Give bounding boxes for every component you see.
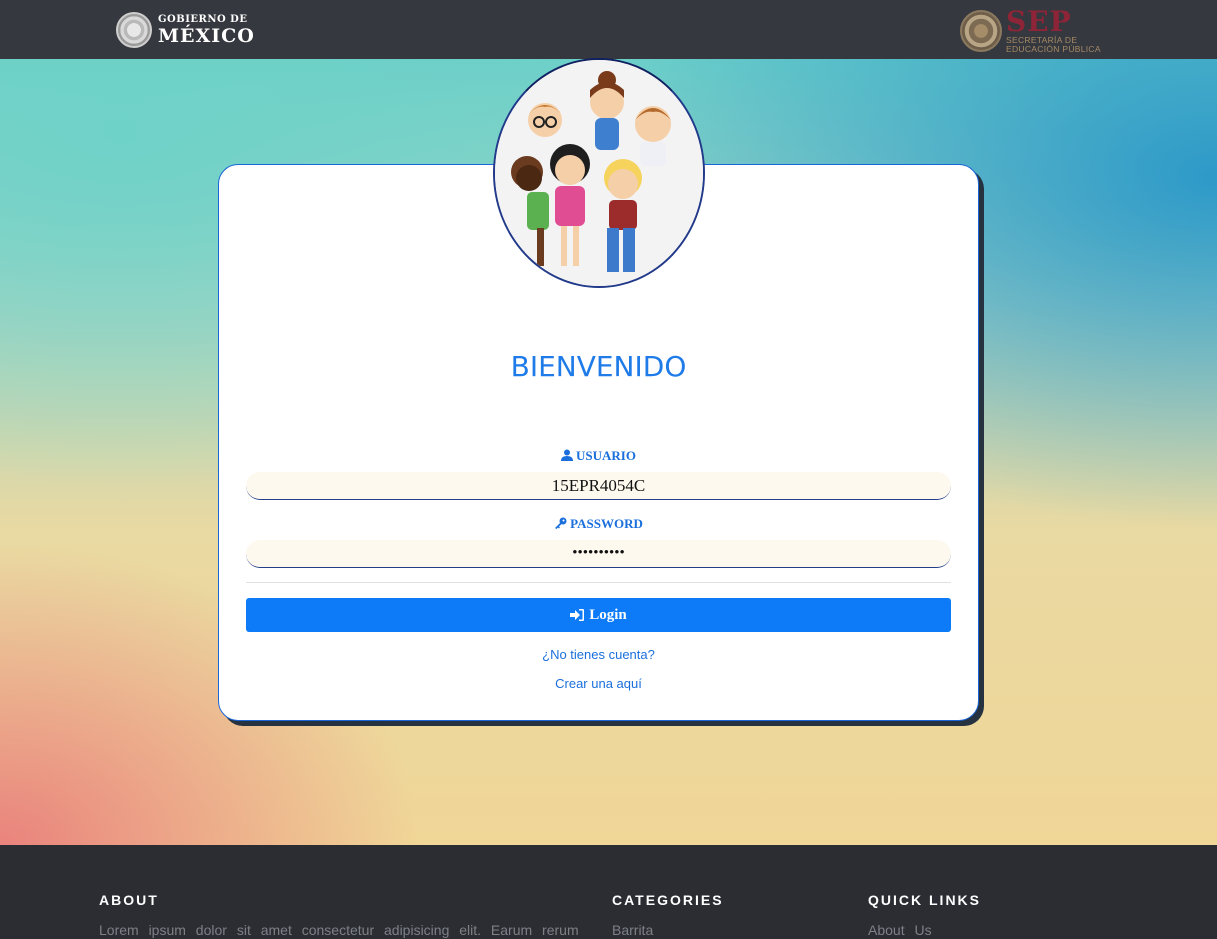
footer-quick-links: QUICK LINKS About Us [868, 892, 981, 938]
password-label: PASSWORD [218, 516, 979, 532]
password-input[interactable]: •••••••••• [246, 540, 951, 568]
footer-quick-link[interactable]: About Us [868, 922, 981, 938]
sep-logo-line2: EDUCACIÓN PÚBLICA [1006, 43, 1101, 54]
footer-categories-title: CATEGORIES [612, 892, 724, 908]
user-label-text: USUARIO [576, 448, 636, 463]
password-label-text: PASSWORD [570, 516, 643, 531]
footer-categories: CATEGORIES Barrita [612, 892, 724, 938]
top-bar: GOBIERNO DE MÉXICO SEP SECRETARÍA DE EDU… [0, 0, 1217, 59]
key-icon [555, 517, 567, 529]
mexico-seal-icon [116, 12, 152, 48]
footer-about: ABOUT Lorem ipsum dolor sit amet consect… [99, 892, 589, 938]
sep-logo-title: SEP [1006, 5, 1072, 38]
user-icon [561, 449, 574, 461]
sign-in-icon [570, 609, 585, 621]
kids-avatar-image [493, 58, 705, 288]
gob-logo-line2: MÉXICO [158, 24, 255, 47]
footer-quick-links-title: QUICK LINKS [868, 892, 981, 908]
sep-logo[interactable]: SEP SECRETARÍA DE EDUCACIÓN PÚBLICA [960, 8, 1101, 53]
user-label: USUARIO [218, 448, 979, 464]
gobierno-de-mexico-logo[interactable]: GOBIERNO DE MÉXICO [116, 12, 255, 48]
login-button-label: Login [589, 606, 627, 623]
footer-about-title: ABOUT [99, 892, 159, 908]
divider [246, 582, 951, 583]
login-button[interactable]: Login [246, 598, 951, 632]
footer: ABOUT Lorem ipsum dolor sit amet consect… [0, 845, 1217, 939]
footer-about-text: Lorem ipsum dolor sit amet consectetur a… [99, 922, 579, 938]
create-account-link[interactable]: Crear una aquí [218, 676, 979, 691]
user-input[interactable]: 15EPR4054C [246, 472, 951, 500]
gob-logo-line1: GOBIERNO DE [158, 13, 248, 25]
footer-category-link[interactable]: Barrita [612, 922, 724, 938]
welcome-title: BIENVENIDO [510, 350, 687, 383]
no-account-text[interactable]: ¿No tienes cuenta? [218, 647, 979, 662]
sep-seal-icon [960, 9, 1002, 52]
